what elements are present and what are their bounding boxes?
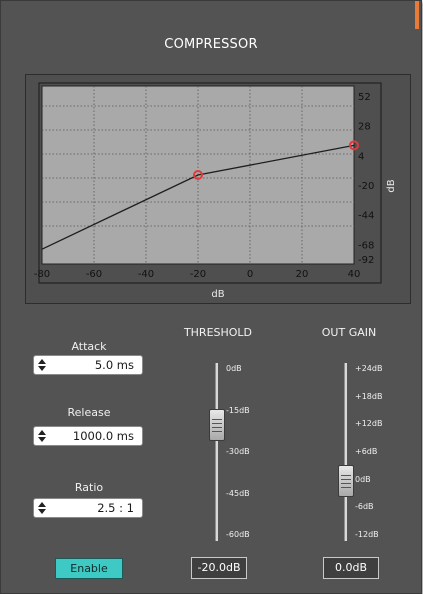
y-tick-label: 4 xyxy=(358,151,364,162)
x-tick-label: -40 xyxy=(138,269,154,280)
out-gain-tick-label: +24dB xyxy=(355,364,383,373)
attack-value: 5.0 ms xyxy=(94,358,134,372)
accent-strip xyxy=(415,1,419,29)
threshold-fader-handle[interactable] xyxy=(209,409,225,442)
attack-label: Attack xyxy=(71,340,107,353)
out-gain-track[interactable] xyxy=(344,363,347,541)
x-tick-label: -60 xyxy=(86,269,102,280)
x-tick-label: 40 xyxy=(348,269,361,280)
y-tick-label: -20 xyxy=(358,181,374,192)
x-tick-label: 0 xyxy=(247,269,253,280)
page-title: COMPRESSOR xyxy=(164,37,258,52)
threshold-tick-label: -45dB xyxy=(226,488,250,498)
enable-button[interactable]: Enable xyxy=(55,558,123,579)
spin-arrows-icon[interactable] xyxy=(37,358,47,372)
out-gain-tick-label: +18dB xyxy=(355,391,383,401)
ratio-label: Ratio xyxy=(74,481,104,494)
threshold-tick-label: -60dB xyxy=(226,530,250,539)
y-axis-label: dB xyxy=(386,179,397,193)
out-gain-tick-label: +12dB xyxy=(355,419,383,429)
y-tick-label: -92 xyxy=(358,255,374,266)
transfer-curve-chart: -80 -60 -40 -20 0 20 40 52 28 4 -20 -44 -68 -92 xyxy=(34,82,382,284)
x-tick-label: -20 xyxy=(190,269,206,280)
release-value: 1000.0 ms xyxy=(72,429,134,443)
release-label: Release xyxy=(67,406,111,419)
out-gain-value[interactable]: 0.0dB xyxy=(323,557,379,579)
threshold-header: THRESHOLD xyxy=(183,326,253,339)
threshold-value[interactable]: -20.0dB xyxy=(191,557,247,579)
y-tick-label: -68 xyxy=(358,240,374,251)
threshold-tick-label: -15dB xyxy=(226,405,250,415)
attack-spinbox[interactable]: 5.0 ms xyxy=(33,355,143,375)
out-gain-fader-handle[interactable] xyxy=(338,464,354,497)
spin-arrows-icon[interactable] xyxy=(37,501,47,515)
out-gain-tick-label: -12dB xyxy=(355,530,379,539)
x-axis-label: dB xyxy=(211,289,225,300)
threshold-tick-label: 0dB xyxy=(226,364,242,373)
out-gain-tick-label: 0dB xyxy=(355,474,371,484)
transfer-curve-panel: -80 -60 -40 -20 0 20 40 52 28 4 -20 -44 -68 -92 dB dB xyxy=(25,74,411,304)
x-tick-label: -80 xyxy=(34,269,50,280)
y-tick-label: -44 xyxy=(358,211,374,222)
compressor-window: COMPRESSOR -80 -60 -40 -20 0 20 40 52 28 4 -20 -44-… xyxy=(0,0,422,594)
threshold-tick-label: -30dB xyxy=(226,447,250,456)
y-tick-label: 28 xyxy=(358,122,371,133)
y-tick-label: 52 xyxy=(358,92,371,103)
out-gain-header: OUT GAIN xyxy=(321,326,377,339)
threshold-track[interactable] xyxy=(215,363,218,541)
release-spinbox[interactable]: 1000.0 ms xyxy=(33,426,143,446)
ratio-value: 2.5 : 1 xyxy=(97,501,134,515)
x-tick-label: 20 xyxy=(296,269,309,280)
ratio-spinbox[interactable]: 2.5 : 1 xyxy=(33,498,143,518)
out-gain-tick-label: -6dB xyxy=(355,502,374,512)
spin-arrows-icon[interactable] xyxy=(37,429,47,443)
out-gain-tick-label: +6dB xyxy=(355,447,378,456)
